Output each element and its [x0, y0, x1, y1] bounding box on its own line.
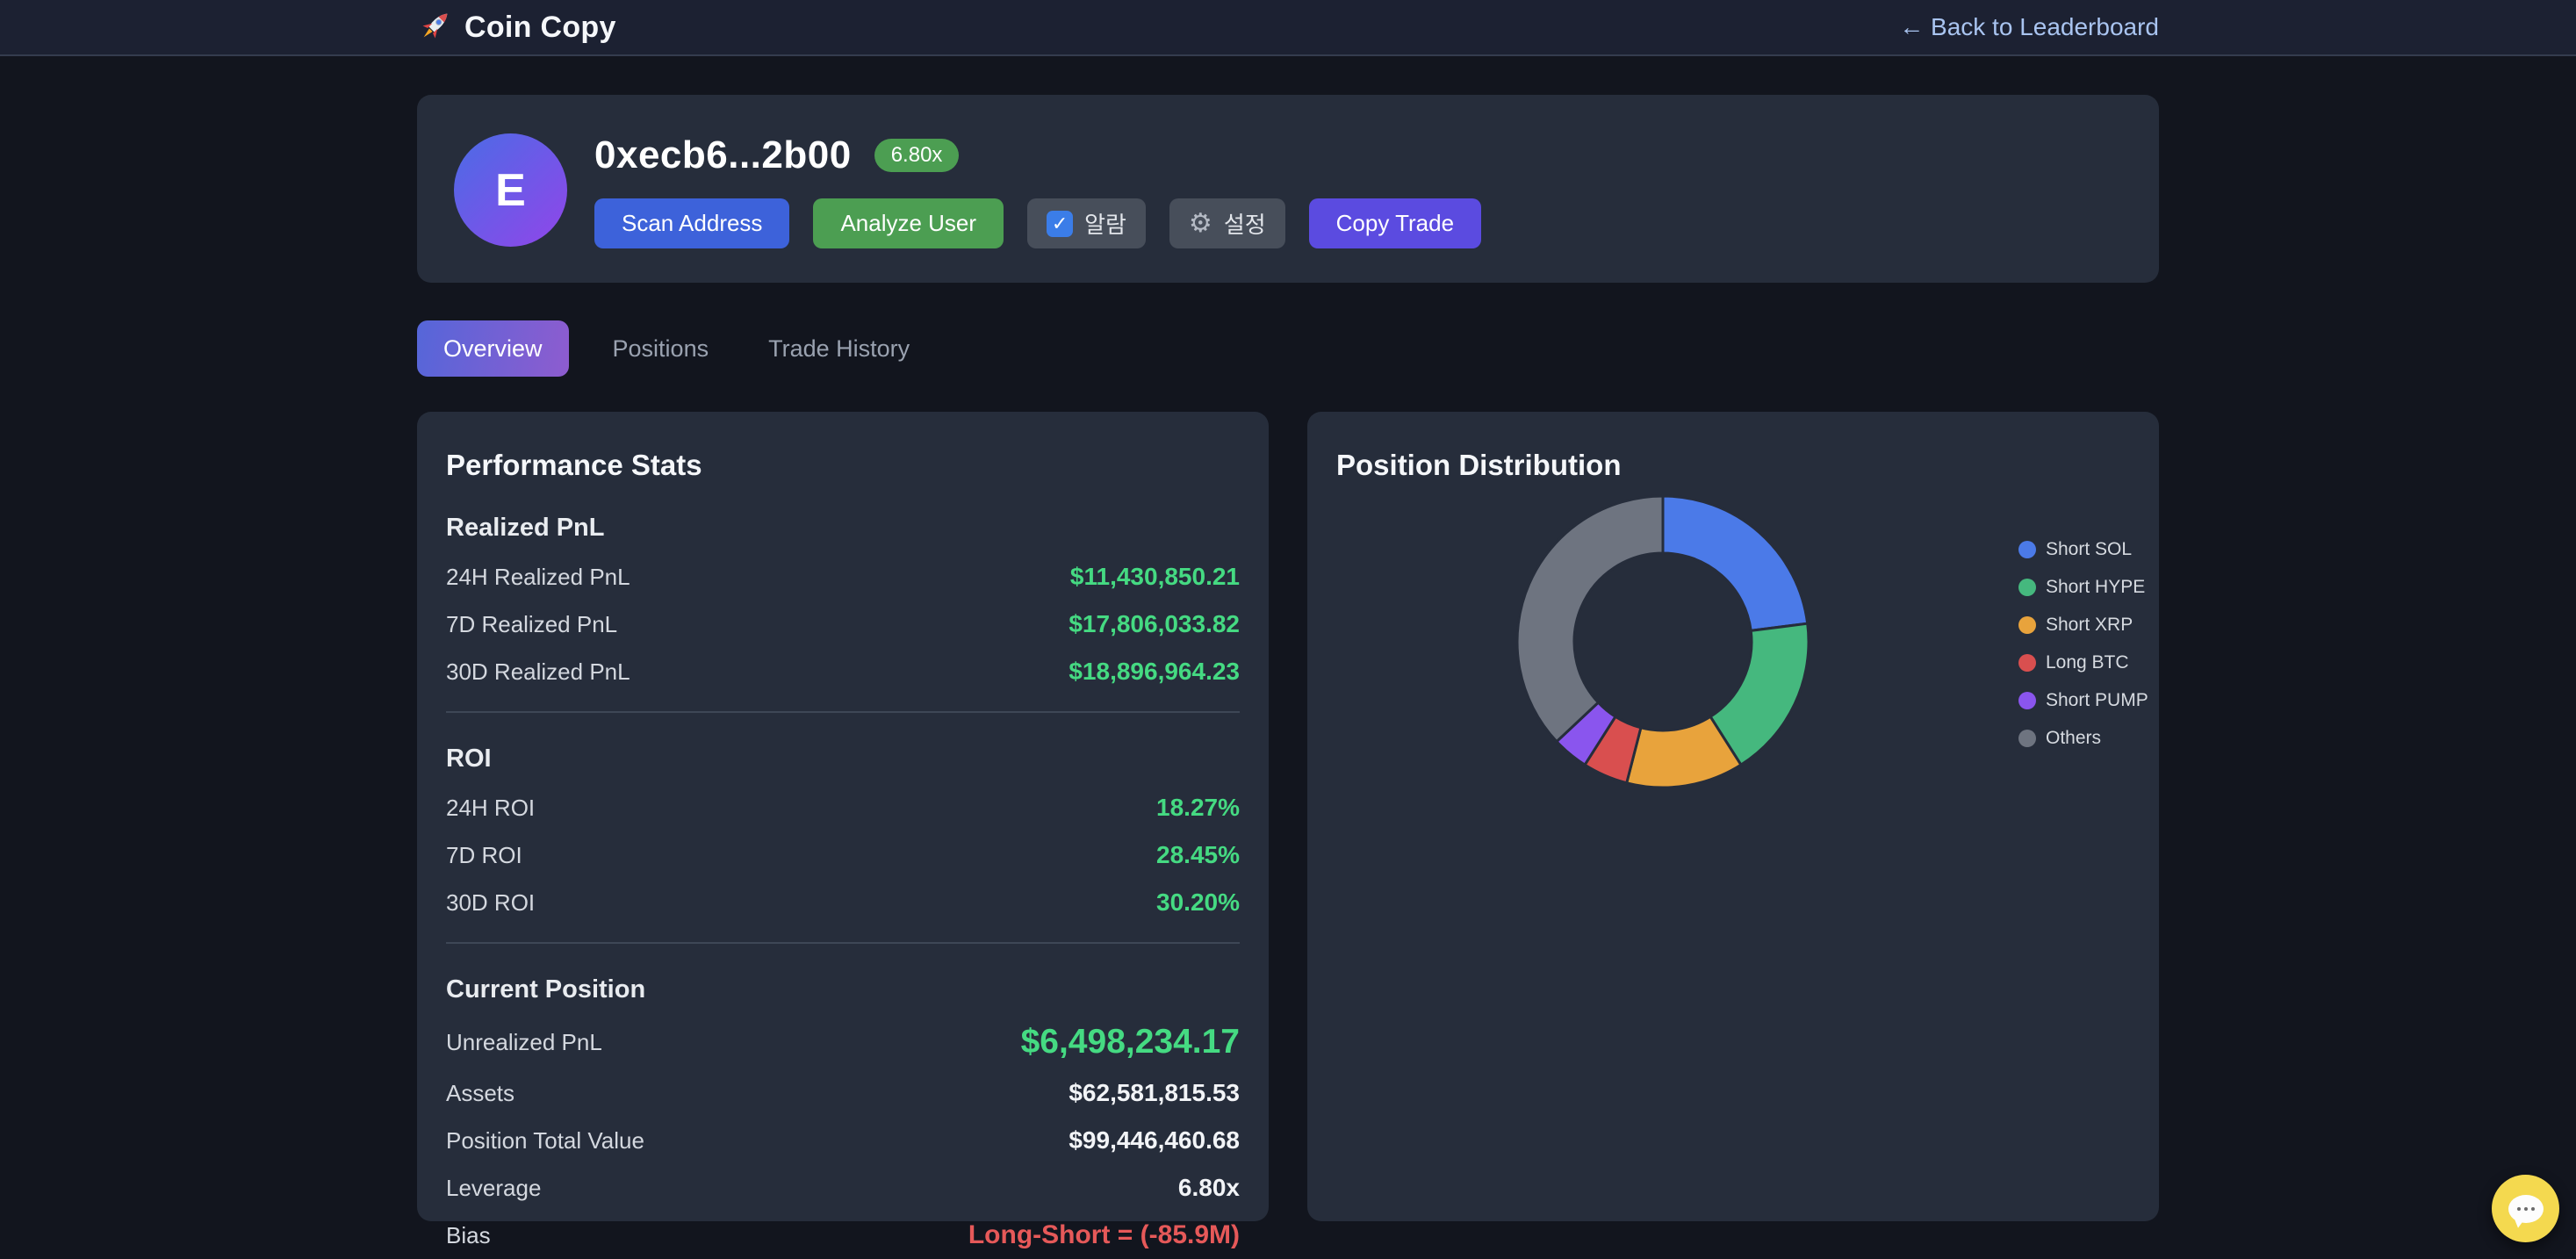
stat-row-7d-realized: 7D Realized PnL $17,806,033.82: [446, 601, 1240, 648]
chart-legend: Short SOL Short HYPE Short XRP Long BTC Shor…: [2018, 530, 2148, 757]
stat-value: $6,498,234.17: [1021, 1023, 1240, 1061]
stat-label: 24H Realized PnL: [446, 564, 630, 591]
stat-row-30d-realized: 30D Realized PnL $18,896,964.23: [446, 648, 1240, 695]
legend-dot: [2018, 692, 2036, 709]
legend-label: Short HYPE: [2046, 577, 2145, 598]
legend-label: Short XRP: [2046, 615, 2133, 636]
legend-item-others: Others: [2018, 719, 2148, 757]
stat-label: 30D ROI: [446, 889, 535, 917]
legend-dot: [2018, 616, 2036, 634]
position-distribution-card: Position Distribution Short SOL Short HYP…: [1307, 412, 2159, 1221]
stat-row-bias: Bias Long-Short = (-85.9M): [446, 1212, 1240, 1259]
stat-row-assets: Assets $62,581,815.53: [446, 1069, 1240, 1117]
stat-label: 7D ROI: [446, 842, 522, 869]
stat-row-24h-realized: 24H Realized PnL $11,430,850.21: [446, 553, 1240, 601]
stat-label: 24H ROI: [446, 795, 535, 822]
legend-item-short-pump: Short PUMP: [2018, 681, 2148, 719]
stat-row-unrealized-pnl: Unrealized PnL $6,498,234.17: [446, 1015, 1240, 1069]
legend-label: Long BTC: [2046, 652, 2129, 673]
gear-icon: ⚙: [1189, 211, 1212, 237]
legend-label: Short SOL: [2046, 539, 2132, 560]
settings-button[interactable]: ⚙ 설정: [1169, 198, 1285, 248]
stat-row-position-total-value: Position Total Value $99,446,460.68: [446, 1117, 1240, 1164]
alarm-toggle-button[interactable]: ✓ 알람: [1027, 198, 1146, 248]
app-title: Coin Copy: [464, 11, 616, 45]
alarm-label: 알람: [1084, 207, 1126, 240]
chat-widget-button[interactable]: [2492, 1175, 2559, 1242]
legend-dot: [2018, 730, 2036, 747]
stat-label: Bias: [446, 1222, 491, 1249]
roi-heading: ROI: [446, 745, 1240, 773]
stat-label: 30D Realized PnL: [446, 658, 630, 686]
current-position-heading: Current Position: [446, 975, 1240, 1004]
stat-value: $99,446,460.68: [1069, 1126, 1240, 1155]
stat-row-7d-roi: 7D ROI 28.45%: [446, 831, 1240, 879]
stat-value: $11,430,850.21: [1070, 563, 1240, 591]
copy-trade-button[interactable]: Copy Trade: [1309, 198, 1481, 248]
section-divider: [446, 942, 1240, 944]
stat-row-leverage: Leverage 6.80x: [446, 1164, 1240, 1212]
stat-label: Leverage: [446, 1175, 541, 1202]
performance-stats-title: Performance Stats: [446, 449, 1240, 482]
stat-value: Long-Short = (-85.9M): [968, 1220, 1240, 1250]
legend-item-long-btc: Long BTC: [2018, 644, 2148, 681]
alarm-checkbox[interactable]: ✓: [1047, 211, 1073, 237]
legend-dot: [2018, 541, 2036, 558]
stat-value: 6.80x: [1178, 1174, 1240, 1202]
stat-value: 28.45%: [1156, 841, 1240, 869]
back-to-leaderboard-link[interactable]: ← Back to Leaderboard: [1899, 13, 2159, 41]
section-divider: [446, 711, 1240, 713]
rocket-icon: [417, 7, 454, 48]
legend-item-short-xrp: Short XRP: [2018, 606, 2148, 644]
donut-slice-short-sol: [1663, 496, 1808, 630]
navbar: Coin Copy ← Back to Leaderboard: [0, 0, 2576, 56]
realized-pnl-heading: Realized PnL: [446, 514, 1240, 543]
stat-value: $62,581,815.53: [1069, 1079, 1240, 1107]
scan-address-button[interactable]: Scan Address: [594, 198, 789, 248]
app-logo: Coin Copy: [417, 7, 616, 48]
performance-stats-card: Performance Stats Realized PnL 24H Reali…: [417, 412, 1269, 1221]
position-distribution-title: Position Distribution: [1336, 449, 2130, 482]
chat-bubble-icon: [2508, 1195, 2544, 1223]
stat-label: Unrealized PnL: [446, 1029, 602, 1056]
legend-item-short-sol: Short SOL: [2018, 530, 2148, 568]
stat-label: Assets: [446, 1080, 514, 1107]
stat-label: 7D Realized PnL: [446, 611, 617, 638]
wallet-address-title: 0xecb6...2b00: [594, 133, 852, 177]
stat-label: Position Total Value: [446, 1127, 644, 1155]
stat-row-30d-roi: 30D ROI 30.20%: [446, 879, 1240, 926]
tab-overview[interactable]: Overview: [417, 320, 569, 377]
donut-slice-others: [1517, 496, 1663, 742]
legend-label: Short PUMP: [2046, 690, 2148, 711]
stat-row-24h-roi: 24H ROI 18.27%: [446, 784, 1240, 831]
legend-dot: [2018, 579, 2036, 596]
stat-value: $17,806,033.82: [1069, 610, 1240, 638]
settings-label: 설정: [1224, 207, 1266, 240]
analyze-user-button[interactable]: Analyze User: [813, 198, 1004, 248]
profile-card: E 0xecb6...2b00 6.80x Scan Address Analy…: [417, 95, 2159, 283]
leverage-badge: 6.80x: [874, 139, 960, 172]
tab-positions[interactable]: Positions: [583, 320, 739, 377]
legend-dot: [2018, 654, 2036, 672]
stat-value: 30.20%: [1156, 888, 1240, 917]
stat-value: $18,896,964.23: [1069, 658, 1240, 686]
legend-item-short-hype: Short HYPE: [2018, 568, 2148, 606]
tab-trade-history[interactable]: Trade History: [738, 320, 939, 377]
tab-bar: Overview Positions Trade History: [417, 320, 2159, 377]
stat-value: 18.27%: [1156, 794, 1240, 822]
position-distribution-donut-chart: [1515, 494, 1810, 789]
avatar: E: [454, 133, 567, 247]
legend-label: Others: [2046, 728, 2101, 749]
